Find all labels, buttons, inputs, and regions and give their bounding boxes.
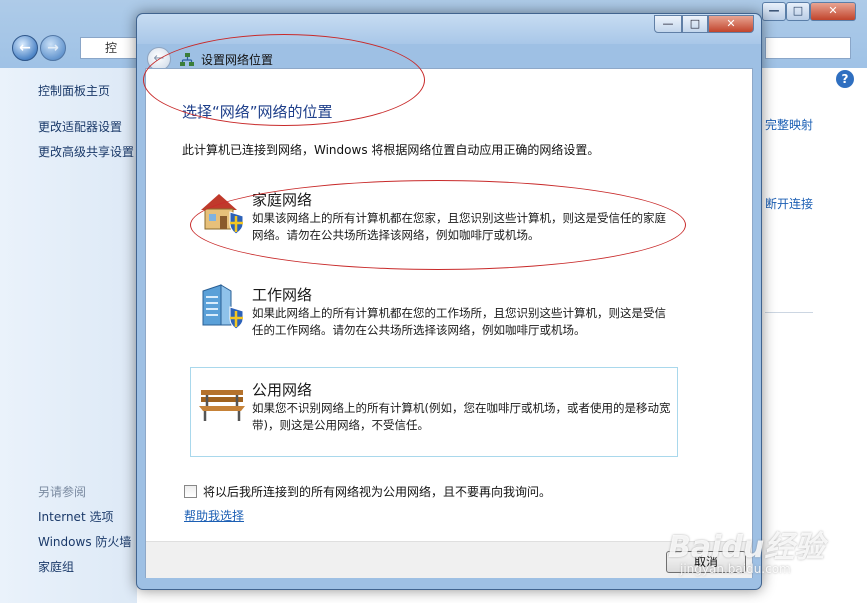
treat-all-public-checkbox[interactable] <box>184 485 197 498</box>
dialog-titlebar: — □ ✕ <box>137 14 761 44</box>
option-public-title: 公用网络 <box>252 381 313 399</box>
network-icon <box>180 53 194 66</box>
home-icon <box>201 194 244 235</box>
bg-minimize-button[interactable]: — <box>762 2 786 21</box>
bg-sidebar: 控制面板主页 更改适配器设置 更改高级共享设置 另请参阅 Internet 选项… <box>0 68 137 603</box>
dialog-title: 设置网络位置 <box>201 53 274 67</box>
bg-maximize-button[interactable]: □ <box>786 2 810 21</box>
bg-search-input[interactable] <box>765 37 851 59</box>
see-also-homegroup[interactable]: 家庭组 <box>38 558 74 575</box>
bg-disconnect-link[interactable]: 断开连接 <box>765 195 813 212</box>
dialog-footer: 取消 <box>146 541 752 578</box>
help-me-choose-link[interactable]: 帮助我选择 <box>184 507 244 524</box>
sidebar-advanced-sharing-link[interactable]: 更改高级共享设置 <box>38 143 134 160</box>
option-home-description: 如果该网络上的所有计算机都在您家，且您识别这些计算机，则这是受信任的家庭网络。请… <box>252 211 666 242</box>
cancel-button[interactable]: 取消 <box>666 551 746 573</box>
option-work-network[interactable]: 工作网络 如果此网络上的所有计算机都在您的工作场所，且您识别这些计算机，则这是受… <box>190 272 678 362</box>
treat-all-public-label: 将以后我所连接到的所有网络视为公用网络，且不要再向我询问。 <box>203 485 552 499</box>
set-network-location-dialog: — □ ✕ ← 设置网络位置 选择“网络”网络的位置 此计算机已连接到网络，Wi… <box>136 13 762 590</box>
bg-back-icon[interactable]: ← <box>12 35 38 61</box>
option-public-network[interactable]: 公用网络 如果您不识别网络上的所有计算机(例如，您在咖啡厅或机场，或者使用的是移… <box>190 367 678 457</box>
option-work-description: 如果此网络上的所有计算机都在您的工作场所，且您识别这些计算机，则这是受信任的工作… <box>252 306 666 337</box>
intro-text: 此计算机已连接到网络，Windows 将根据网络位置自动应用正确的网络设置。 <box>182 143 600 157</box>
dialog-maximize-button[interactable]: □ <box>682 15 708 33</box>
dialog-minimize-button[interactable]: — <box>654 15 682 33</box>
option-home-network[interactable]: 家庭网络 如果该网络上的所有计算机都在您家，且您识别这些计算机，则这是受信任的家… <box>190 177 678 267</box>
see-also-heading: 另请参阅 <box>38 485 87 499</box>
dialog-close-button[interactable]: ✕ <box>708 15 754 33</box>
bg-full-map-link[interactable]: 完整映射 <box>765 116 813 133</box>
office-building-icon <box>202 284 244 330</box>
page-heading: 选择“网络”网络的位置 <box>182 103 333 121</box>
option-work-title: 工作网络 <box>252 286 313 304</box>
park-bench-icon <box>199 390 245 421</box>
bg-forward-icon[interactable]: → <box>40 35 66 61</box>
bg-address-text: 控 <box>105 41 118 55</box>
dialog-content: 选择“网络”网络的位置 此计算机已连接到网络，Windows 将根据网络位置自动… <box>145 68 753 578</box>
see-also-firewall[interactable]: Windows 防火墙 <box>38 533 131 550</box>
bg-divider <box>765 312 813 313</box>
see-also-internet-options[interactable]: Internet 选项 <box>38 508 113 525</box>
option-public-description: 如果您不识别网络上的所有计算机(例如，您在咖啡厅或机场，或者使用的是移动宽带)，… <box>252 401 671 432</box>
treat-all-public-row[interactable]: 将以后我所连接到的所有网络视为公用网络，且不要再向我询问。 <box>184 483 551 500</box>
sidebar-adapter-settings-link[interactable]: 更改适配器设置 <box>38 118 122 135</box>
option-home-title: 家庭网络 <box>252 191 313 209</box>
bg-help-icon[interactable]: ? <box>836 70 854 88</box>
sidebar-home-link[interactable]: 控制面板主页 <box>38 82 110 99</box>
bg-close-button[interactable]: ✕ <box>810 2 856 21</box>
